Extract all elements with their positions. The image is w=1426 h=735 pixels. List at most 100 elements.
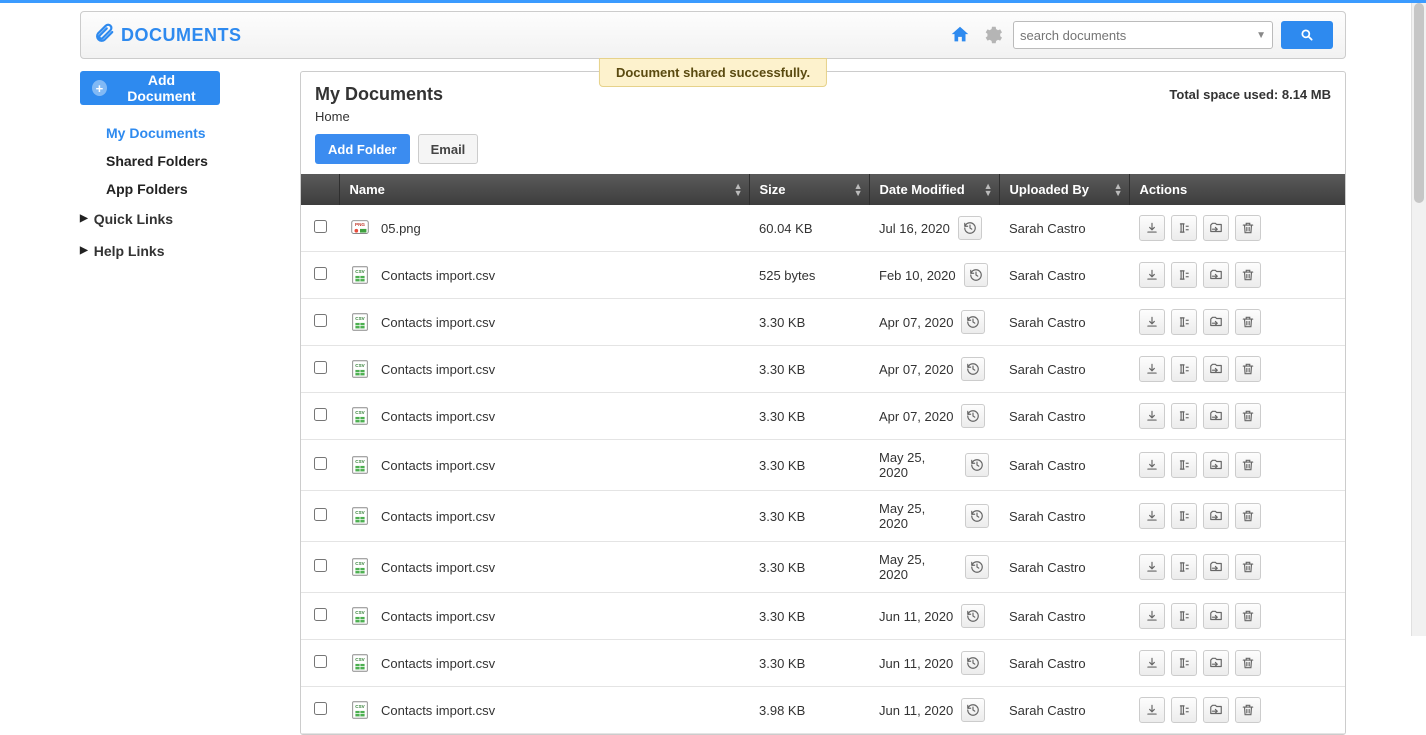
download-button[interactable] [1139, 215, 1165, 241]
row-checkbox[interactable] [314, 508, 327, 521]
search-box[interactable]: ▼ [1013, 21, 1273, 49]
breadcrumb[interactable]: Home [301, 109, 1345, 134]
delete-button[interactable] [1235, 503, 1261, 529]
row-date-cell: Apr 07, 2020 [869, 393, 999, 440]
row-checkbox[interactable] [314, 457, 327, 470]
add-document-button[interactable]: + Add Document [80, 71, 220, 105]
row-checkbox[interactable] [314, 314, 327, 327]
delete-button[interactable] [1235, 697, 1261, 723]
col-date[interactable]: Date Modified ▲▼ [869, 174, 999, 205]
row-checkbox[interactable] [314, 559, 327, 572]
history-button[interactable] [965, 504, 989, 528]
rename-button[interactable] [1171, 403, 1197, 429]
col-name[interactable]: Name ▲▼ [339, 174, 749, 205]
delete-button[interactable] [1235, 403, 1261, 429]
delete-button[interactable] [1235, 262, 1261, 288]
row-checkbox[interactable] [314, 702, 327, 715]
history-button[interactable] [961, 357, 985, 381]
file-name-link[interactable]: Contacts import.csv [381, 609, 495, 624]
row-checkbox[interactable] [314, 361, 327, 374]
move-button[interactable] [1203, 697, 1229, 723]
search-button[interactable] [1281, 21, 1333, 49]
rename-button[interactable] [1171, 309, 1197, 335]
move-button[interactable] [1203, 262, 1229, 288]
add-folder-button[interactable]: Add Folder [315, 134, 410, 164]
history-button[interactable] [961, 310, 985, 334]
move-button[interactable] [1203, 452, 1229, 478]
col-uploaded-by[interactable]: Uploaded By ▲▼ [999, 174, 1129, 205]
rename-button[interactable] [1171, 262, 1197, 288]
col-size[interactable]: Size ▲▼ [749, 174, 869, 205]
delete-button[interactable] [1235, 215, 1261, 241]
delete-button[interactable] [1235, 650, 1261, 676]
rename-button[interactable] [1171, 215, 1197, 241]
file-name-link[interactable]: Contacts import.csv [381, 458, 495, 473]
history-button[interactable] [961, 651, 985, 675]
sidebar-item-shared-folders[interactable]: Shared Folders [80, 147, 280, 175]
file-name-link[interactable]: Contacts import.csv [381, 268, 495, 283]
move-button[interactable] [1203, 356, 1229, 382]
file-name-link[interactable]: Contacts import.csv [381, 560, 495, 575]
download-button[interactable] [1139, 603, 1165, 629]
home-icon[interactable] [949, 24, 971, 46]
search-dropdown-caret[interactable]: ▼ [1256, 30, 1266, 41]
move-button[interactable] [1203, 215, 1229, 241]
page-scrollbar[interactable] [1411, 3, 1426, 636]
delete-button[interactable] [1235, 554, 1261, 580]
delete-button[interactable] [1235, 452, 1261, 478]
download-button[interactable] [1139, 697, 1165, 723]
history-button[interactable] [965, 453, 989, 477]
file-name-link[interactable]: Contacts import.csv [381, 409, 495, 424]
history-button[interactable] [965, 555, 989, 579]
download-button[interactable] [1139, 262, 1165, 288]
email-button[interactable]: Email [418, 134, 479, 164]
file-name-link[interactable]: Contacts import.csv [381, 509, 495, 524]
row-checkbox[interactable] [314, 267, 327, 280]
gear-icon[interactable] [981, 24, 1003, 46]
history-button[interactable] [961, 404, 985, 428]
move-button[interactable] [1203, 554, 1229, 580]
history-button[interactable] [961, 698, 985, 722]
move-button[interactable] [1203, 650, 1229, 676]
download-button[interactable] [1139, 356, 1165, 382]
file-name-link[interactable]: Contacts import.csv [381, 362, 495, 377]
sidebar-item-my-documents[interactable]: My Documents [80, 119, 280, 147]
rename-button[interactable] [1171, 697, 1197, 723]
rename-button[interactable] [1171, 650, 1197, 676]
row-checkbox[interactable] [314, 408, 327, 421]
download-button[interactable] [1139, 503, 1165, 529]
row-checkbox[interactable] [314, 608, 327, 621]
row-checkbox[interactable] [314, 220, 327, 233]
row-checkbox[interactable] [314, 655, 327, 668]
move-button[interactable] [1203, 403, 1229, 429]
delete-button[interactable] [1235, 356, 1261, 382]
rename-button[interactable] [1171, 554, 1197, 580]
scrollbar-thumb[interactable] [1414, 3, 1424, 203]
move-button[interactable] [1203, 309, 1229, 335]
top-icons [949, 24, 1003, 46]
file-name-link[interactable]: Contacts import.csv [381, 703, 495, 718]
file-name-link[interactable]: Contacts import.csv [381, 656, 495, 671]
delete-button[interactable] [1235, 309, 1261, 335]
delete-button[interactable] [1235, 603, 1261, 629]
download-button[interactable] [1139, 403, 1165, 429]
download-button[interactable] [1139, 554, 1165, 580]
move-button[interactable] [1203, 503, 1229, 529]
move-button[interactable] [1203, 603, 1229, 629]
history-button[interactable] [958, 216, 982, 240]
sidebar-section-help-links[interactable]: ▶Help Links [80, 235, 280, 267]
history-button[interactable] [961, 604, 985, 628]
search-input[interactable] [1020, 28, 1252, 43]
history-button[interactable] [964, 263, 988, 287]
rename-button[interactable] [1171, 503, 1197, 529]
download-button[interactable] [1139, 650, 1165, 676]
file-name-link[interactable]: 05.png [381, 221, 421, 236]
rename-button[interactable] [1171, 603, 1197, 629]
rename-button[interactable] [1171, 452, 1197, 478]
download-button[interactable] [1139, 452, 1165, 478]
file-name-link[interactable]: Contacts import.csv [381, 315, 495, 330]
sidebar-item-app-folders[interactable]: App Folders [80, 175, 280, 203]
download-button[interactable] [1139, 309, 1165, 335]
sidebar-section-quick-links[interactable]: ▶Quick Links [80, 203, 280, 235]
rename-button[interactable] [1171, 356, 1197, 382]
